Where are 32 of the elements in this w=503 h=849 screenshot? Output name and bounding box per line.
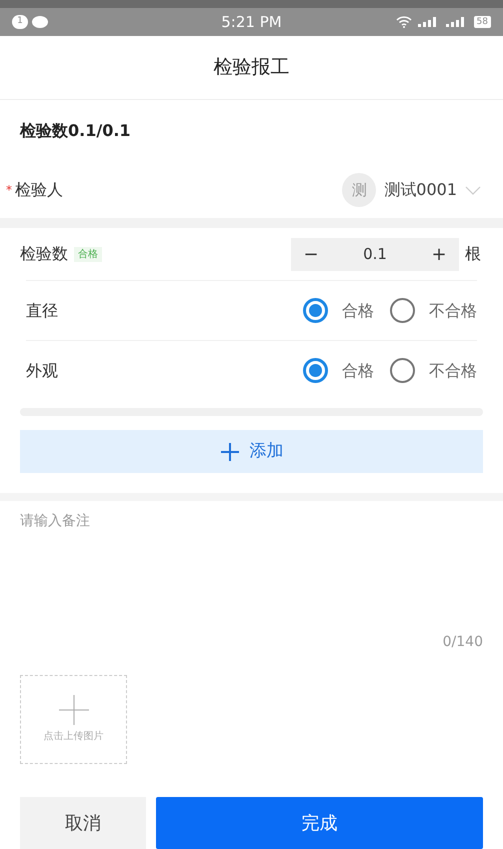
inspector-select[interactable]: 测 测试0001	[342, 173, 481, 207]
chevron-down-icon	[465, 186, 481, 194]
status-tag: 合格	[74, 246, 102, 262]
minus-button[interactable]: −	[301, 240, 321, 268]
section-title: 检验数0.1/0.1	[20, 120, 131, 142]
plus-icon	[220, 442, 240, 462]
clock: 5:21 PM	[220, 12, 283, 33]
radio-option[interactable]: 不合格	[390, 358, 477, 383]
quantity-value: 0.1	[362, 244, 388, 265]
radio-option[interactable]: 合格	[303, 298, 374, 323]
notification-badge: 1	[12, 15, 28, 29]
battery-indicator: 58	[474, 16, 491, 28]
remarks-input[interactable]: 请输入备注	[20, 511, 483, 632]
plus-button[interactable]: +	[429, 240, 449, 268]
chat-icon	[32, 16, 48, 28]
cancel-button[interactable]: 取消	[20, 797, 146, 849]
item-label: 直径	[26, 300, 59, 322]
item-label: 外观	[26, 360, 59, 382]
required-mark: *	[6, 182, 12, 199]
radio-option[interactable]: 不合格	[390, 298, 477, 323]
wifi-icon	[396, 16, 412, 28]
done-button[interactable]: 完成	[156, 797, 483, 849]
field-label: 检验人	[15, 179, 64, 201]
add-button[interactable]: 添加	[20, 430, 483, 473]
page-title: 检验报工	[214, 55, 290, 80]
plus-icon	[58, 695, 88, 725]
field-label: 检验数	[20, 243, 68, 265]
avatar: 测	[342, 173, 376, 207]
unit-label: 根	[465, 243, 481, 265]
char-counter: 0/140	[442, 633, 483, 652]
radio-option[interactable]: 合格	[303, 358, 374, 383]
inspector-name: 测试0001	[384, 179, 457, 201]
